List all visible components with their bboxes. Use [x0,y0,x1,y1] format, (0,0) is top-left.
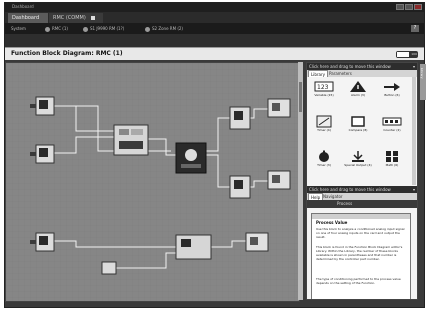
help-tabs: Help Navigator [307,193,417,200]
control-loop-block[interactable] [175,142,207,174]
process-block-lower[interactable] [175,234,212,260]
svg-text:123: 123 [317,84,329,91]
library-tabs: Library Parameters [307,70,417,77]
help-content: Process Value Use this block to analyze … [311,213,411,299]
variable-icon: 123 [314,81,334,92]
function-block-canvas[interactable] [5,62,300,302]
system-bar: System RMC (1) S1 J9990 RM (1?) S2 Zone … [5,23,424,34]
library-panel-header[interactable]: Click here and drag to move this window … [307,63,417,70]
alarm-icon [350,81,366,92]
side-tab-label: Library [420,68,424,79]
library-item-stopwatch[interactable]: Timer (3) [309,150,339,172]
library-grid: 123 Variable (15) Alarm (3) Button (6) T… [307,77,411,185]
special-output-icon [352,151,364,162]
tab-rmc[interactable]: RMC (COMM) [49,13,103,23]
minimize-icon[interactable] [396,4,404,10]
timer-icon [316,115,332,128]
stopwatch-icon [319,150,329,162]
library-item-button[interactable]: Button (6) [377,80,407,102]
tab-label: RMC (COMM) [53,15,86,21]
output-block-5[interactable] [245,232,269,252]
help-title: Process Value [316,220,348,225]
side-tab-library[interactable]: Library [420,64,426,100]
tab-bar: Dashboard RMC (COMM) [5,12,424,23]
help-paragraph: Use this block to analyze a conditioned … [316,227,405,239]
window-title: Dashboard [12,4,34,9]
library-item-math[interactable]: Math (6) [377,150,407,172]
library-scrollbar[interactable] [412,77,416,185]
system-item-s1[interactable]: S1 J9990 RM (1?) [83,26,124,32]
library-item-compare[interactable]: Compare (8) [343,115,373,137]
help-button[interactable]: ? [411,25,419,32]
help-section-bar: Process [307,200,417,208]
help-paragraph: This block is found in the Function Bloc… [316,245,403,261]
help-content-header [312,214,410,219]
help-paragraph: The type of conditioning performed to th… [316,277,401,285]
toggle-knob [397,52,409,57]
library-item-counter[interactable]: Counter (2) [377,115,407,137]
collapse-arrow-icon[interactable]: ▾ [413,186,415,193]
output-block-1[interactable] [229,106,251,130]
title-bar: Dashboard [5,3,424,12]
diagram-graphics [6,63,299,301]
side-panel: Click here and drag to move this window … [306,62,418,300]
tab-parameters[interactable]: Parameters [327,70,354,77]
small-block[interactable] [101,261,117,275]
library-item-timer[interactable]: Timer (4) [309,115,339,137]
system-item-rmc[interactable]: RMC (1) [45,26,68,32]
system-item-s2[interactable]: S2 Zone RM (2) [145,26,183,32]
output-block-3[interactable] [267,98,291,118]
math-icon [386,151,398,162]
status-dot-icon [83,26,88,32]
library-item-variable[interactable]: 123 Variable (15) [309,80,339,102]
compare-icon [351,116,365,127]
maximize-icon[interactable] [405,4,413,10]
help-section-label: Process [337,201,353,206]
output-block-4[interactable] [267,170,291,190]
library-item-alarm[interactable]: Alarm (3) [343,80,373,102]
status-dot-icon [45,26,50,32]
toolbar-spacer [5,34,424,47]
tab-library[interactable]: Library [308,70,328,77]
toggle-label: 100 [411,52,417,56]
close-tab-icon[interactable] [91,15,96,20]
counter-icon [382,117,402,126]
compare-block[interactable] [113,124,149,156]
view-toggle[interactable]: 100 [396,51,418,58]
help-panel-header[interactable]: Click here and drag to move this window … [307,186,417,193]
library-item-special-output[interactable]: Special Output (4) [343,150,373,172]
diagram-header: Function Block Diagram: RMC (1) 100 [5,47,424,61]
close-icon[interactable] [414,4,422,10]
canvas-scrollbar[interactable] [298,62,303,300]
page-title: Function Block Diagram: RMC (1) [11,50,123,57]
tab-dashboard[interactable]: Dashboard [8,13,48,23]
output-block-2[interactable] [229,175,251,199]
collapse-arrow-icon[interactable]: ▾ [413,63,415,70]
button-icon [384,83,400,91]
scrollbar-thumb[interactable] [299,82,302,112]
system-label: System [11,26,26,31]
tab-navigator[interactable]: Navigator [321,193,345,200]
tab-label: Dashboard [12,15,40,21]
status-dot-icon [145,26,150,32]
